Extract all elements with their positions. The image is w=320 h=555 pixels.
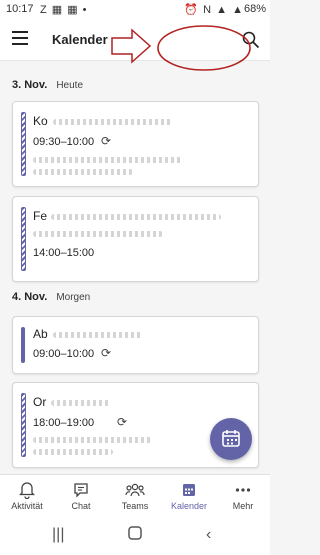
day-header: 4. Nov. Morgen (12, 291, 90, 303)
event-card[interactable]: Ab 09:00–10:00 ⟳ (12, 316, 259, 374)
event-title: Or (33, 395, 47, 409)
calendar-add-icon (222, 430, 240, 447)
nav-item-teams[interactable]: Teams (108, 481, 162, 511)
more-dots-icon (216, 481, 270, 499)
nav-label: Mehr (232, 501, 254, 511)
recurring-icon: ⟳ (101, 134, 112, 148)
menu-icon[interactable] (12, 31, 28, 45)
home-icon[interactable] (128, 526, 142, 545)
agenda-list: 3. Nov. Heute Ko 09:30–10:00 ⟳ Fe 14:00–… (0, 61, 270, 474)
new-event-button[interactable] (210, 418, 252, 460)
back-icon[interactable]: ‹ (206, 526, 211, 544)
event-time: 09:00–10:00 (33, 348, 95, 360)
redacted-text (33, 231, 163, 237)
redacted-text (51, 400, 111, 406)
event-title: Ko (33, 114, 48, 128)
event-color-bar (21, 112, 26, 176)
event-card[interactable]: Ko 09:30–10:00 ⟳ (12, 101, 259, 187)
nav-item-more[interactable]: Mehr (216, 481, 270, 511)
search-icon[interactable] (242, 31, 260, 54)
system-status-icons: ⏰ N ▲ ▲ (184, 4, 244, 16)
recurring-icon: ⟳ (101, 346, 112, 360)
app-bar: Kalender (0, 20, 270, 61)
nav-item-calendar[interactable]: Kalender (162, 481, 216, 511)
bottom-nav: Aktivität Chat Teams Kalender Mehr (0, 474, 270, 519)
redacted-text (33, 449, 113, 455)
redacted-text (53, 119, 173, 125)
nav-label: Kalender (170, 501, 208, 511)
redacted-text (33, 157, 183, 163)
event-time: 14:00–15:00 (33, 247, 95, 259)
nav-label: Chat (71, 501, 91, 511)
day-date: 3. Nov. (12, 79, 48, 91)
battery-level: 68% (243, 3, 266, 15)
recent-apps-icon[interactable]: ||| (52, 526, 64, 544)
redacted-text (51, 214, 221, 220)
recurring-icon: ⟳ (117, 415, 128, 429)
status-time: 10:17 (6, 3, 34, 15)
day-relative: Heute (56, 80, 84, 91)
event-time: 18:00–19:00 (33, 417, 95, 429)
event-title: Ab (33, 327, 48, 341)
nav-label: Aktivität (11, 501, 43, 511)
bell-icon (0, 481, 54, 500)
event-title: Fe (33, 209, 48, 223)
redacted-text (33, 437, 153, 443)
nav-label: Teams (121, 501, 149, 511)
day-header: 3. Nov. Heute (12, 79, 83, 91)
event-time: 09:30–10:00 (33, 136, 95, 148)
redacted-text (53, 332, 143, 338)
system-nav-bar: ||| ‹ (0, 518, 270, 555)
event-card[interactable]: Fe 14:00–15:00 (12, 196, 259, 282)
calendar-icon (162, 481, 216, 499)
redacted-text (33, 169, 133, 175)
chat-icon (54, 481, 108, 499)
nav-item-activity[interactable]: Aktivität (0, 481, 54, 511)
nav-item-chat[interactable]: Chat (54, 481, 108, 511)
event-color-bar (21, 207, 26, 271)
notification-icons: Z ▦ ▦ • (40, 4, 88, 16)
teams-icon (108, 481, 162, 499)
day-relative: Morgen (56, 292, 91, 303)
event-color-bar (21, 393, 26, 457)
event-color-bar (21, 327, 25, 363)
page-title: Kalender (52, 32, 108, 47)
day-date: 4. Nov. (12, 291, 48, 303)
status-bar: 10:17 Z ▦ ▦ • ⏰ N ▲ ▲ 68% (0, 0, 270, 20)
